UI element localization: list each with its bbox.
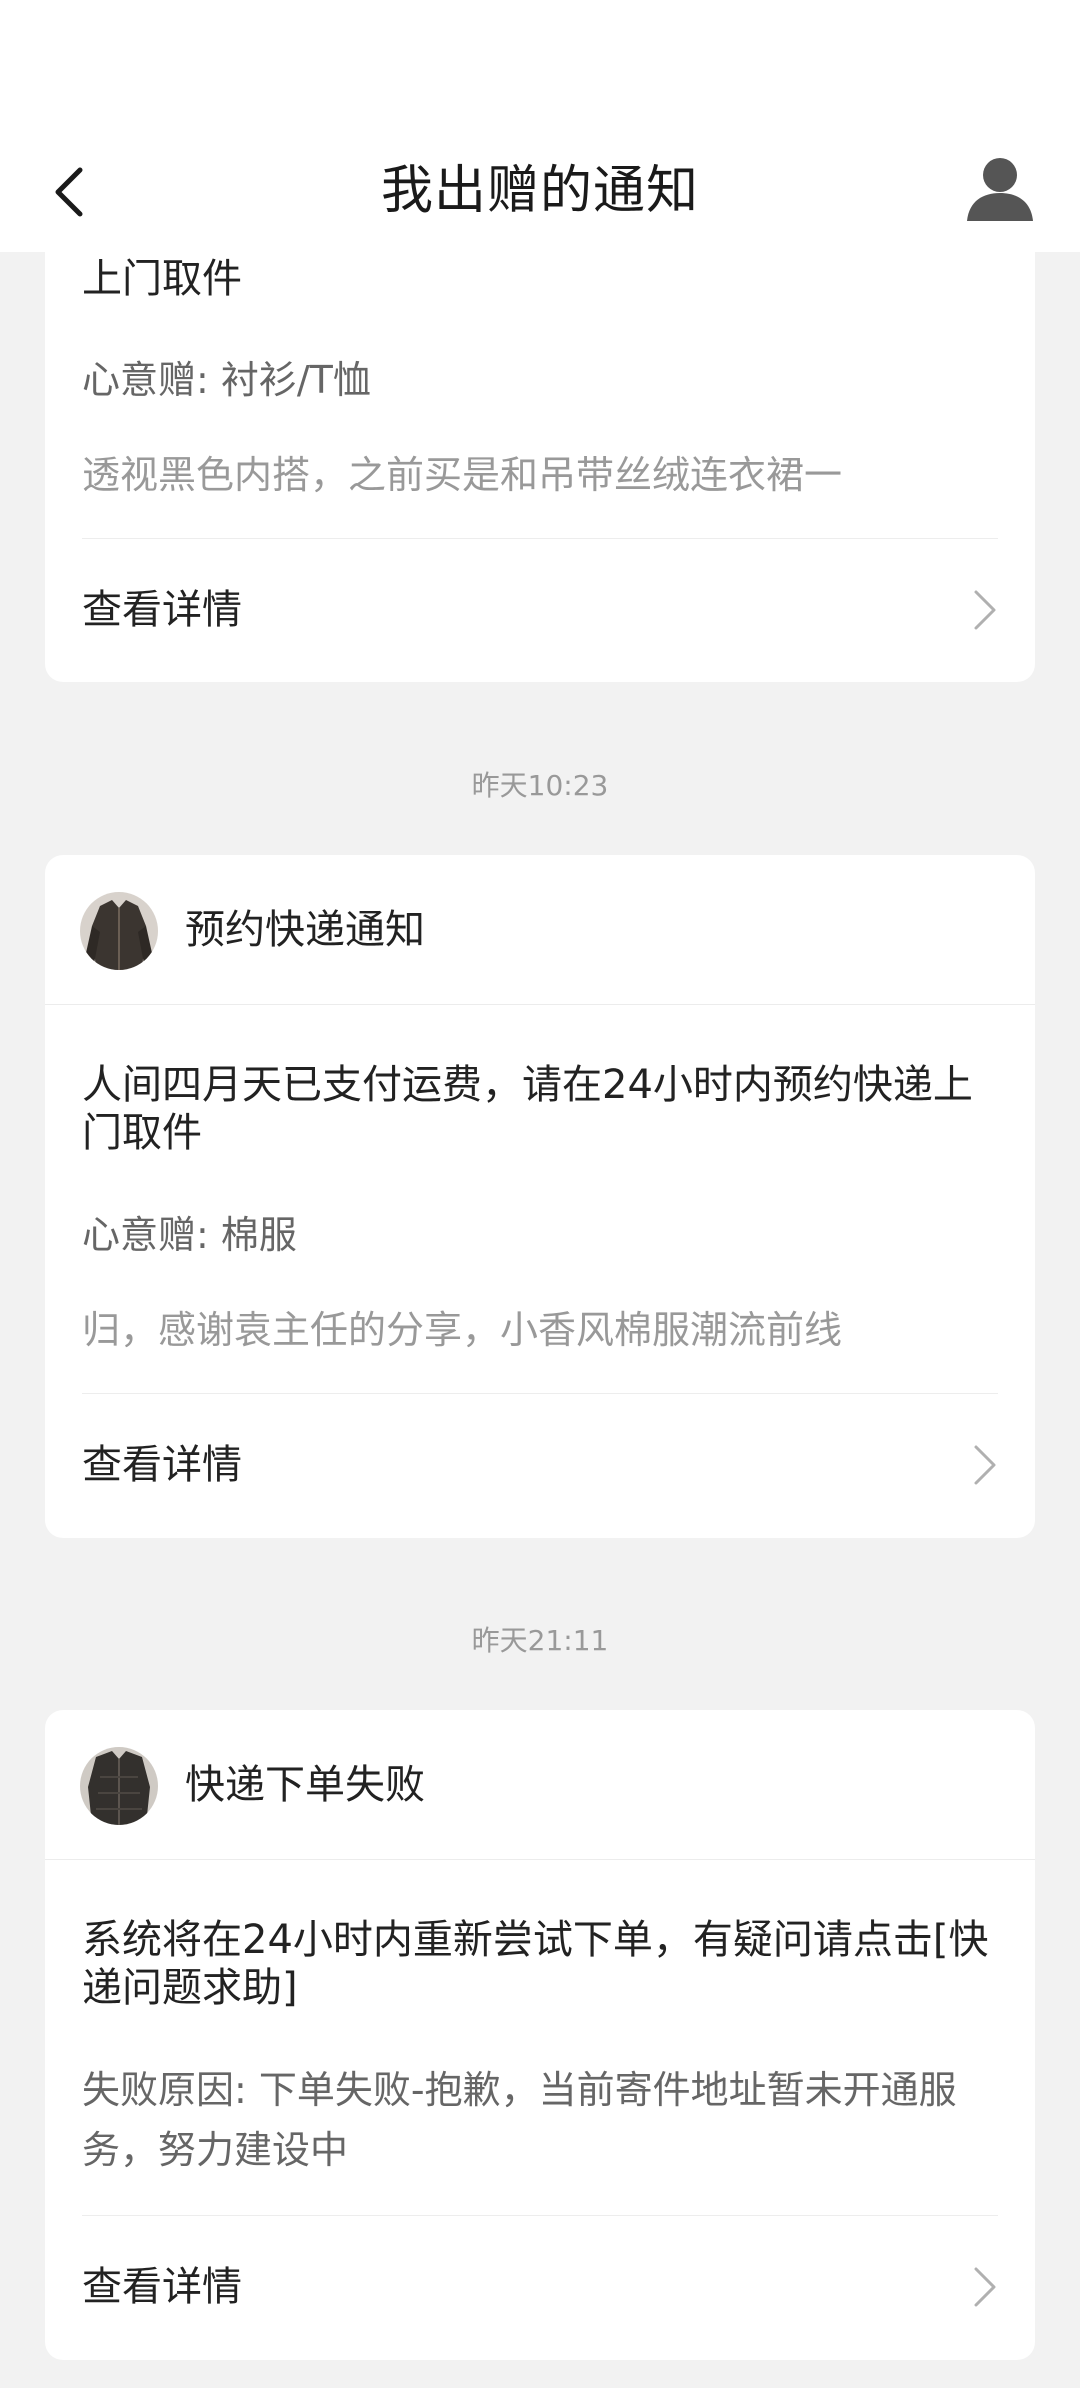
jacket-thumbnail-icon [80, 892, 158, 970]
sender-avatar[interactable] [80, 892, 158, 970]
notification-message: 上门取件 [82, 256, 242, 302]
view-details-row[interactable]: 查看详情 [45, 1395, 1035, 1535]
user-icon [967, 158, 1033, 221]
chevron-right-icon [974, 2267, 996, 2307]
chevron-right-icon [974, 590, 996, 630]
timestamp: 昨天10:23 [471, 769, 609, 802]
notification-card: 上门取件 心意赠: 衬衫/T恤 透视黑色内搭，之前买是和吊带丝绒连衣裙一 查看详… [45, 210, 1035, 682]
back-button[interactable] [30, 152, 110, 232]
status-bar [0, 0, 1080, 130]
failure-reason: 失败原因: 下单失败-抱歉，当前寄件地址暂未开通服务，努力建设中 [82, 2068, 957, 2172]
notification-message: 人间四月天已支付运费，请在24小时内预约快递上门取件 [82, 1062, 973, 1156]
jacket-thumbnail-icon [80, 1747, 158, 1825]
item-description: 透视黑色内搭，之前买是和吊带丝绒连衣裙一 [82, 453, 843, 497]
view-details-row[interactable]: 查看详情 [45, 540, 1035, 680]
notification-message: 系统将在24小时内重新尝试下单，有疑问请点击[快递问题求助] [82, 1917, 989, 2011]
timestamp: 昨天21:11 [471, 1624, 609, 1657]
notification-title: 快递下单失败 [185, 1762, 425, 1808]
sender-avatar[interactable] [80, 1747, 158, 1825]
item-category: 心意赠: 棉服 [82, 1213, 297, 1257]
profile-button[interactable] [956, 144, 1044, 232]
divider [82, 538, 998, 539]
chevron-right-icon [974, 1445, 996, 1485]
page-title: 我出赠的通知 [380, 161, 699, 221]
notification-card: 预约快递通知 人间四月天已支付运费，请在24小时内预约快递上门取件 心意赠: 棉… [45, 855, 1035, 1538]
item-category: 心意赠: 衬衫/T恤 [82, 358, 371, 402]
notification-card: 快递下单失败 系统将在24小时内重新尝试下单，有疑问请点击[快递问题求助] 失败… [45, 1710, 1035, 2360]
divider [82, 2215, 998, 2216]
item-description: 归，感谢袁主任的分享，小香风棉服潮流前线 [82, 1308, 843, 1352]
card-header: 预约快递通知 [45, 855, 1035, 1005]
chevron-left-icon [55, 167, 83, 217]
notification-title: 预约快递通知 [185, 907, 425, 953]
view-details-label: 查看详情 [82, 2264, 242, 2310]
card-header: 快递下单失败 [45, 1710, 1035, 1860]
nav-bar: 我出赠的通知 [0, 130, 1080, 252]
view-details-label: 查看详情 [82, 1442, 242, 1488]
divider [82, 1393, 998, 1394]
view-details-label: 查看详情 [82, 587, 242, 633]
view-details-row[interactable]: 查看详情 [45, 2217, 1035, 2357]
